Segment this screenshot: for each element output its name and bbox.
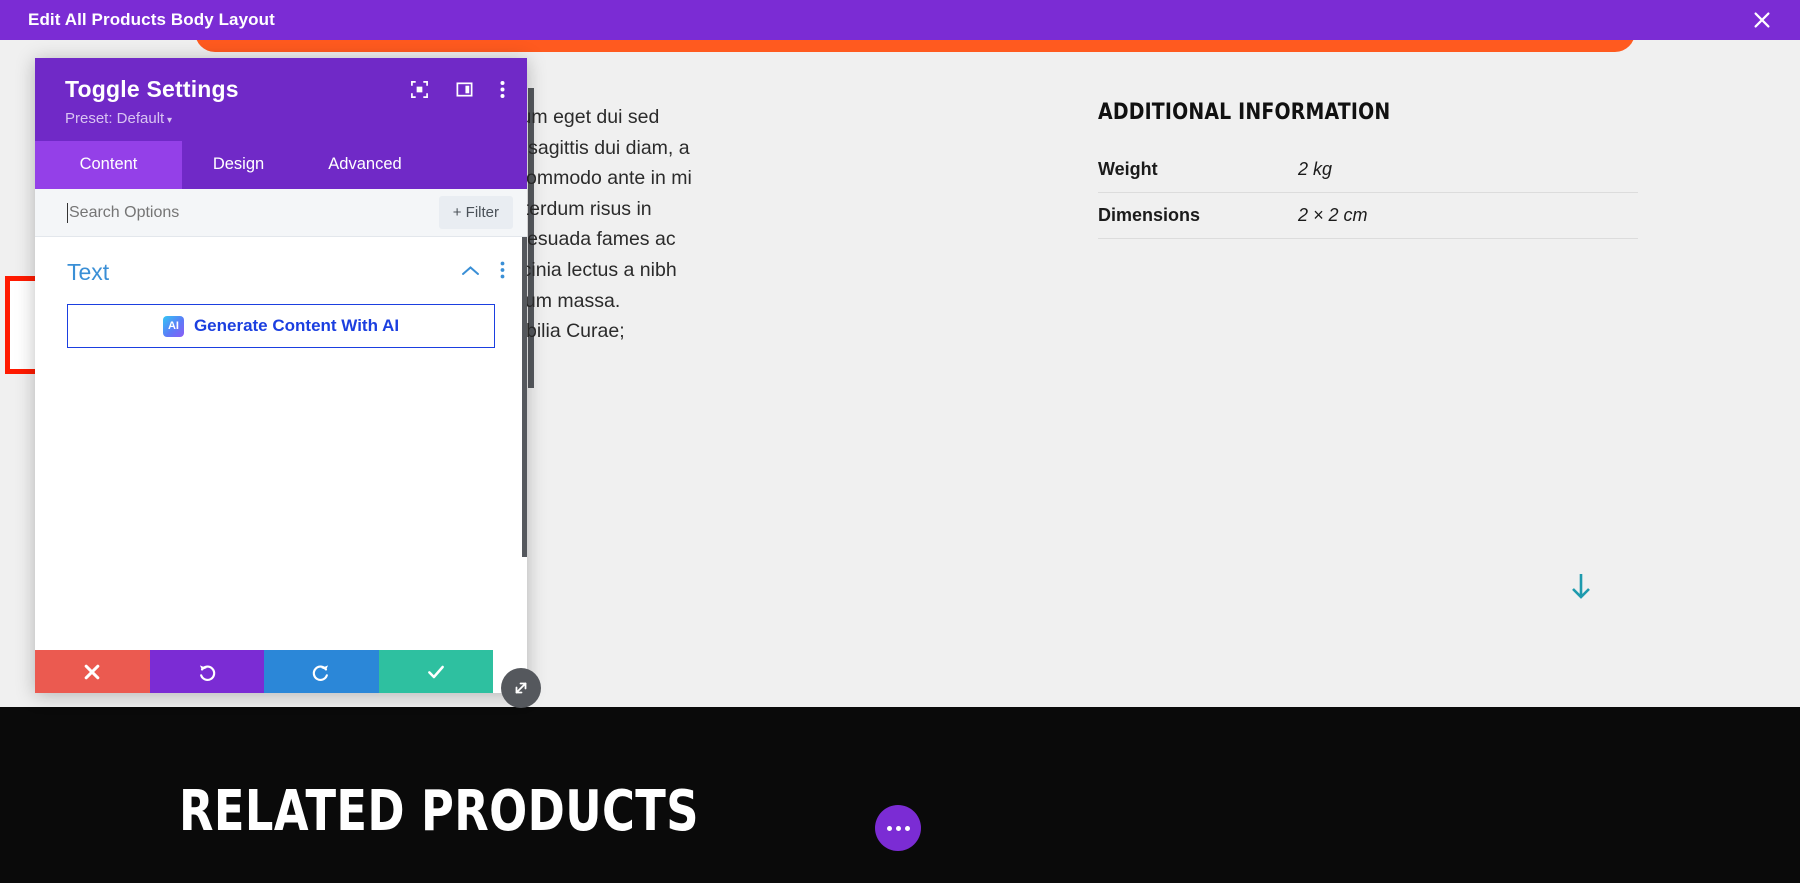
modal-body: Text AI Generate Content With AI <box>35 237 527 693</box>
resize-modal-handle[interactable] <box>501 668 541 708</box>
target-icon <box>411 81 428 98</box>
save-button[interactable] <box>378 650 493 693</box>
check-icon <box>427 665 444 678</box>
modal-action-bar <box>35 650 493 693</box>
ellipsis-icon <box>886 825 892 831</box>
search-input[interactable] <box>35 189 439 236</box>
attribute-label: Weight <box>1098 147 1298 193</box>
chevron-down-icon: ▾ <box>164 115 173 126</box>
scroll-down-button[interactable] <box>1570 572 1592 608</box>
orange-banner <box>195 40 1635 52</box>
kebab-menu-icon <box>500 261 505 279</box>
panel-layout-icon <box>456 82 473 97</box>
section-menu-button[interactable] <box>500 261 505 284</box>
close-editor-button[interactable] <box>1738 0 1786 40</box>
table-row: Weight 2 kg <box>1098 147 1638 193</box>
panel-layout-icon-button[interactable] <box>455 80 474 99</box>
resize-handle-icon <box>515 682 527 694</box>
section-title: Text <box>67 259 110 285</box>
generate-content-with-ai-button[interactable]: AI Generate Content With AI <box>67 304 495 348</box>
additional-information-table: Weight 2 kg Dimensions 2 × 2 cm <box>1098 147 1638 239</box>
column-rule-bottom <box>528 346 534 388</box>
close-icon <box>1754 12 1770 28</box>
section-header-text: Text <box>35 237 527 302</box>
filter-button[interactable]: + Filter <box>438 196 513 229</box>
collapse-section-button[interactable] <box>461 264 480 282</box>
text-cursor <box>67 203 68 223</box>
undo-button[interactable] <box>149 650 264 693</box>
related-products-section: Related Products <box>0 707 1800 883</box>
kebab-menu-icon-button[interactable] <box>500 80 505 99</box>
additional-information-panel: Additional Information Weight 2 kg Dimen… <box>1098 100 1638 239</box>
attribute-value: 2 kg <box>1298 147 1638 193</box>
modal-scrollbar[interactable] <box>522 237 527 557</box>
additional-information-heading: Additional Information <box>1098 100 1391 125</box>
editor-topbar: Edit All Products Body Layout <box>0 0 1800 40</box>
redo-icon <box>313 664 329 681</box>
tab-design[interactable]: Design <box>182 141 295 189</box>
arrow-down-icon <box>1572 574 1590 599</box>
toggle-settings-modal: Toggle Settings Preset: Default ▾ Conten… <box>35 58 527 693</box>
close-icon <box>84 664 100 679</box>
cancel-button[interactable] <box>35 650 150 693</box>
modal-header-actions <box>410 80 505 99</box>
redo-button[interactable] <box>264 650 379 693</box>
generate-ai-label: Generate Content With AI <box>193 316 400 335</box>
search-options-bar: + Filter <box>35 189 527 237</box>
undo-icon <box>199 664 215 681</box>
ai-badge-icon: AI <box>162 315 184 337</box>
tab-advanced[interactable]: Advanced <box>295 141 435 189</box>
modal-tabs: Content Design Advanced <box>35 141 527 189</box>
target-icon-button[interactable] <box>410 80 429 99</box>
page-title: Edit All Products Body Layout <box>28 10 275 29</box>
preset-selector[interactable]: Preset: Default ▾ <box>65 110 505 127</box>
attribute-value: 2 × 2 cm <box>1298 192 1638 239</box>
table-row: Dimensions 2 × 2 cm <box>1098 192 1638 239</box>
attribute-label: Dimensions <box>1098 192 1298 239</box>
ellipsis-icon <box>904 825 910 831</box>
related-products-heading: Related Products <box>179 779 699 844</box>
modal-header: Toggle Settings Preset: Default ▾ <box>35 58 527 141</box>
tab-content[interactable]: Content <box>35 141 182 189</box>
preset-label: Preset: Default <box>65 110 165 127</box>
chevron-up-icon <box>462 265 479 275</box>
section-actions <box>461 261 505 284</box>
ellipsis-icon <box>895 825 901 831</box>
kebab-menu-icon <box>500 81 505 98</box>
more-options-button[interactable] <box>875 805 921 851</box>
